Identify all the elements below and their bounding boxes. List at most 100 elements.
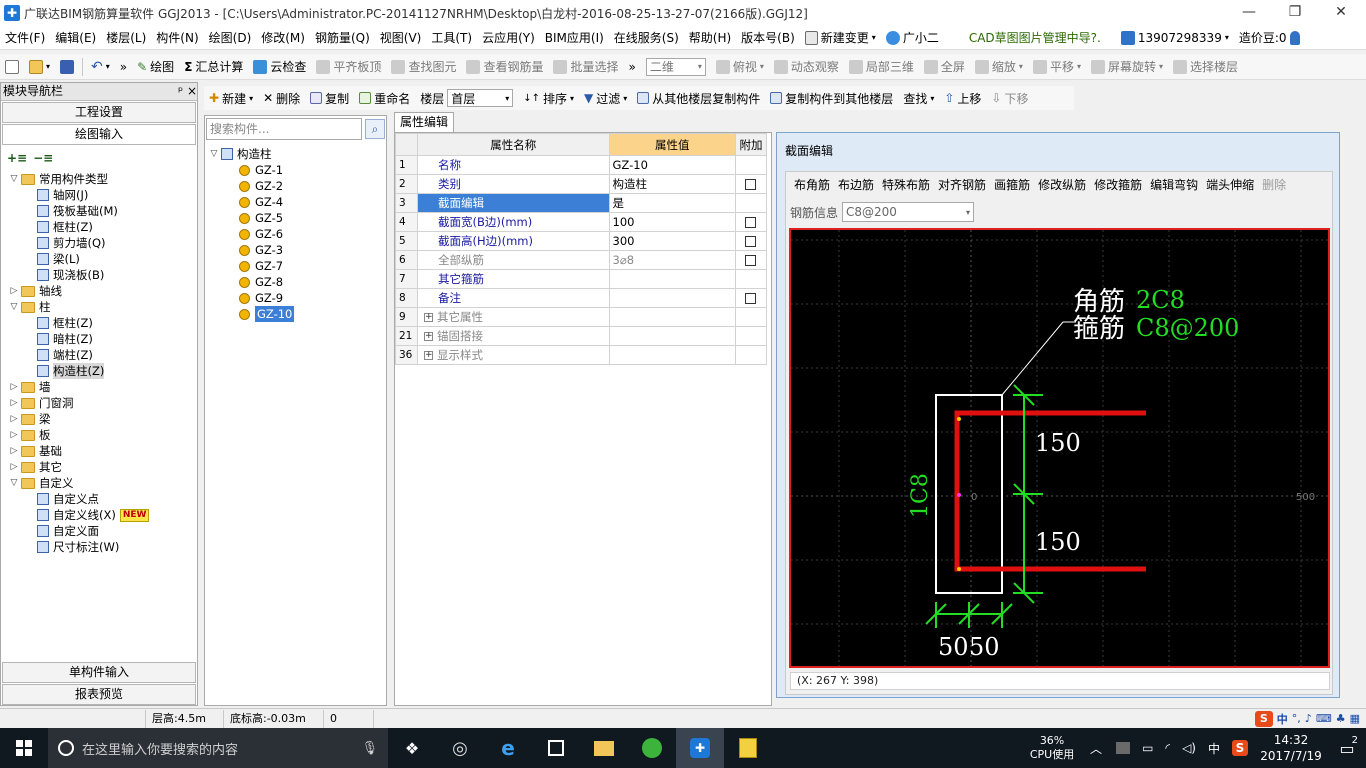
select-floor-button[interactable]: 选择楼层	[1168, 55, 1243, 79]
menu-draw[interactable]: 绘图(D)	[204, 27, 257, 49]
screen-rotate-button[interactable]: 屏幕旋转 ▾	[1086, 55, 1168, 79]
property-row[interactable]: 7 其它箍筋	[395, 269, 768, 289]
component-list-item[interactable]: GZ-3	[209, 242, 385, 258]
component-list-item[interactable]: GZ-7	[209, 258, 385, 274]
expand-toggle-icon[interactable]: ▽	[9, 475, 19, 491]
property-value[interactable]: 100	[608, 212, 736, 232]
view-rebar-button[interactable]: 查看钢筋量	[461, 55, 548, 79]
draw-input-button[interactable]: 绘图输入	[2, 124, 196, 145]
cpu-usage[interactable]: 36% CPU使用	[1022, 734, 1082, 762]
section-tool-button[interactable]: 画箍筋	[990, 176, 1034, 194]
taskbar-app-notes[interactable]	[724, 728, 772, 768]
filter-button[interactable]: ▼ 过滤 ▾	[579, 90, 632, 107]
align-slab-button[interactable]: 平齐板顶	[311, 55, 386, 79]
menu-component[interactable]: 构件(N)	[151, 27, 203, 49]
expand-toggle-icon[interactable]: ▷	[9, 443, 19, 459]
tree-item[interactable]: ▷ 板	[3, 427, 195, 443]
menu-floor[interactable]: 楼层(L)	[101, 27, 151, 49]
component-list-item[interactable]: GZ-10	[209, 306, 385, 322]
property-value[interactable]: 300	[608, 231, 736, 251]
tree-item[interactable]: ▷ 梁	[3, 411, 195, 427]
taskbar-app-store[interactable]	[532, 728, 580, 768]
cad-manage-link[interactable]: CAD草图图片管理中导?.	[964, 27, 1106, 49]
fullscreen-button[interactable]: 全屏	[919, 55, 970, 79]
wifi-icon[interactable]: ◜	[1165, 741, 1170, 755]
expand-toggle-icon[interactable]: ▷	[9, 427, 19, 443]
component-list-item[interactable]: GZ-4	[209, 194, 385, 210]
expand-plus-icon[interactable]: +	[423, 313, 433, 322]
tree-item[interactable]: 端柱(Z)	[3, 347, 195, 363]
menu-help[interactable]: 帮助(H)	[684, 27, 736, 49]
summary-button[interactable]: Σ 汇总计算	[179, 55, 248, 79]
section-tool-button[interactable]: 删除	[1258, 176, 1290, 194]
tab-property-edit[interactable]: 属性编辑	[394, 112, 454, 132]
zoom-button[interactable]: 缩放 ▾	[970, 55, 1028, 79]
pan-button[interactable]: 平移 ▾	[1028, 55, 1086, 79]
extra-checkbox[interactable]	[745, 179, 757, 190]
property-row[interactable]: 6 全部纵筋 3⌀8	[395, 250, 768, 270]
tree-item[interactable]: 现浇板(B)	[3, 267, 195, 283]
tree-item[interactable]: 自定义面	[3, 523, 195, 539]
tree-item[interactable]: ▷ 墙	[3, 379, 195, 395]
menu-cloud[interactable]: 云应用(Y)	[477, 27, 540, 49]
taskbar-app-green[interactable]	[628, 728, 676, 768]
tree-item[interactable]: 筏板基础(M)	[3, 203, 195, 219]
sort-button[interactable]: ↓↑ 排序 ▾	[518, 90, 579, 107]
tree-item[interactable]: ▷ 门窗洞	[3, 395, 195, 411]
expand-plus-icon[interactable]: +	[423, 351, 433, 360]
find-button[interactable]: 查找 ▾	[898, 90, 939, 107]
save-button[interactable]	[55, 55, 79, 79]
find-element-button[interactable]: 查找图元	[386, 55, 461, 79]
move-up-button[interactable]: ⇧ 上移	[939, 90, 986, 107]
taskbar-app-explorer[interactable]	[580, 728, 628, 768]
section-tool-button[interactable]: 对齐钢筋	[934, 176, 990, 194]
minimize-button[interactable]: —	[1226, 0, 1272, 26]
new-change-menu[interactable]: 新建变更 ▾	[800, 27, 881, 49]
property-row[interactable]: 1 名称 GZ-10	[395, 155, 768, 175]
volume-icon[interactable]: ◁)	[1182, 741, 1196, 755]
chevron-up-icon[interactable]: ︿	[1090, 740, 1102, 757]
tree-item[interactable]: 轴网(J)	[3, 187, 195, 203]
draw-button[interactable]: ✎ 绘图	[132, 55, 179, 79]
component-list-item[interactable]: GZ-5	[209, 210, 385, 226]
tree-item[interactable]: ▽ 自定义	[3, 475, 195, 491]
expand-plus-icon[interactable]: +	[423, 332, 433, 341]
tree-item[interactable]: 尺寸标注(W)	[3, 539, 195, 555]
local-3d-button[interactable]: 局部三维	[844, 55, 919, 79]
component-list-item[interactable]: GZ-8	[209, 274, 385, 290]
tree-item[interactable]: 剪力墙(Q)	[3, 235, 195, 251]
user-account[interactable]: 13907298339 ▾	[1116, 27, 1234, 49]
floor-selector[interactable]: 楼层 首层 ▾	[415, 89, 518, 107]
network-icon[interactable]: ▭	[1142, 741, 1153, 755]
property-value[interactable]: GZ-10	[608, 155, 736, 175]
property-value[interactable]	[608, 326, 736, 346]
property-value[interactable]	[608, 288, 736, 308]
rename-button[interactable]: 重命名	[354, 90, 415, 107]
component-root-item[interactable]: ▽ 构造柱	[209, 146, 385, 162]
task-view-button[interactable]: ❖	[388, 728, 436, 768]
tree-item[interactable]: 构造柱(Z)	[3, 363, 195, 379]
nvidia-icon[interactable]	[1116, 742, 1131, 754]
expand-toggle-icon[interactable]: ▷	[9, 395, 19, 411]
overflow-button[interactable]: »	[115, 55, 132, 79]
report-preview-button[interactable]: 报表预览	[2, 684, 196, 705]
section-tool-button[interactable]: 修改箍筋	[1090, 176, 1146, 194]
open-file-button[interactable]: ▾	[24, 55, 55, 79]
tree-item[interactable]: ▽ 柱	[3, 299, 195, 315]
taskbar-app-browser[interactable]: ◎	[436, 728, 484, 768]
tree-item[interactable]: 自定义点	[3, 491, 195, 507]
property-value[interactable]: 构造柱	[608, 174, 736, 194]
property-value[interactable]: 是	[608, 193, 736, 213]
expand-toggle-icon[interactable]: ▷	[9, 411, 19, 427]
price-bean[interactable]: 造价豆:0	[1234, 27, 1305, 49]
new-file-button[interactable]	[0, 55, 24, 79]
tree-item[interactable]: 梁(L)	[3, 251, 195, 267]
expand-toggle-icon[interactable]: ▽	[209, 146, 219, 162]
tree-item[interactable]: 暗柱(Z)	[3, 331, 195, 347]
batch-select-button[interactable]: 批量选择	[548, 55, 623, 79]
expand-toggle-icon[interactable]: ▽	[9, 171, 19, 187]
property-row[interactable]: 21 + 锚固搭接	[395, 326, 768, 346]
component-list-item[interactable]: GZ-1	[209, 162, 385, 178]
expand-toggle-icon[interactable]: ▷	[9, 379, 19, 395]
menu-tools[interactable]: 工具(T)	[426, 27, 477, 49]
